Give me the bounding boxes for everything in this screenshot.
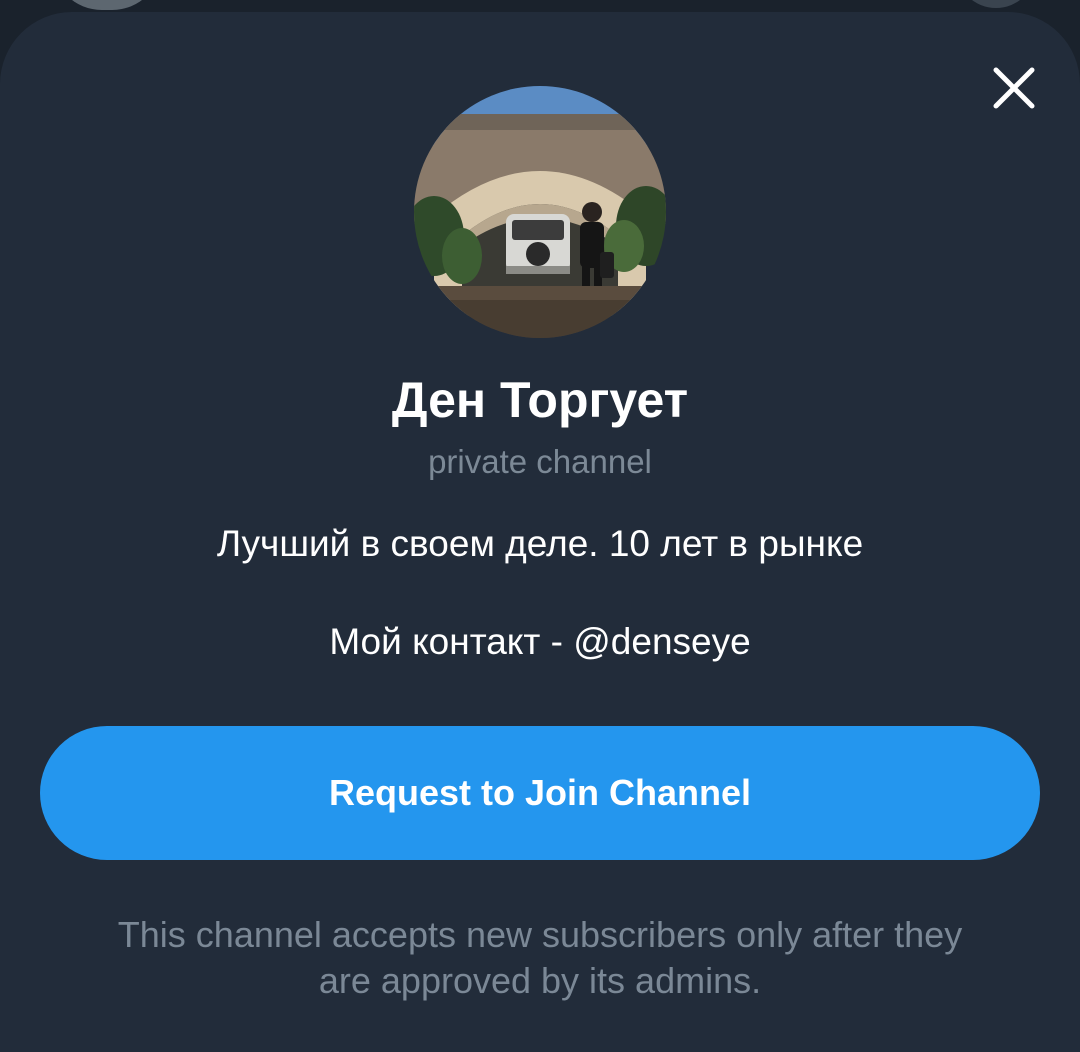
close-button[interactable] bbox=[988, 62, 1040, 114]
approval-note-line: are approved by its admins. bbox=[318, 960, 762, 1001]
background-avatar bbox=[52, 0, 162, 10]
join-channel-sheet: Ден Торгует private channel Лучший в сво… bbox=[0, 12, 1080, 1052]
approval-note-line: This channel accepts new subscribers onl… bbox=[117, 914, 963, 955]
channel-contact-line: Мой контакт - @denseye bbox=[329, 621, 751, 662]
channel-title: Ден Торгует bbox=[391, 372, 689, 428]
channel-description-line: Лучший в своем деле. 10 лет в рынке bbox=[216, 523, 864, 564]
channel-type-label: private channel bbox=[428, 443, 652, 480]
background-button bbox=[956, 0, 1036, 8]
approval-note: This channel accepts new subscribers onl… bbox=[60, 912, 1020, 1004]
request-to-join-label: Request to Join Channel bbox=[328, 772, 752, 813]
channel-avatar bbox=[414, 86, 666, 338]
request-to-join-button[interactable]: Request to Join Channel bbox=[40, 726, 1040, 860]
close-icon bbox=[993, 67, 1035, 109]
